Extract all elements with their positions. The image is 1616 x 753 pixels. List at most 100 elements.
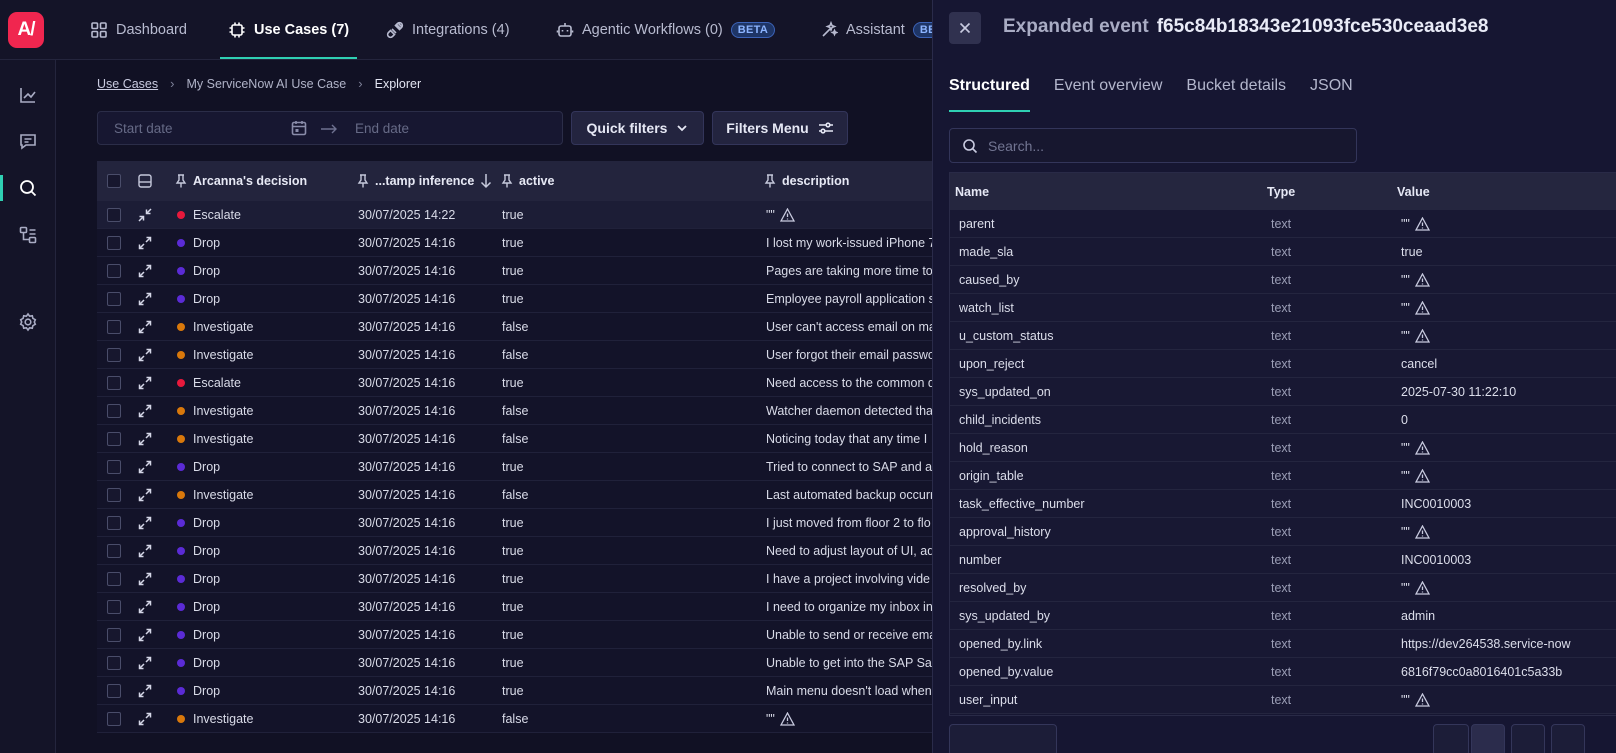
expand-row-icon[interactable] (138, 376, 152, 390)
field-row[interactable]: sys_updated_on text 2025-07-30 11:22:10 (950, 378, 1616, 406)
row-checkbox[interactable] (107, 320, 121, 334)
tab-event-overview[interactable]: Event overview (1054, 60, 1163, 112)
nav-agentic-workflows[interactable]: Agentic Workflows (0) BETA (556, 0, 776, 59)
pager-next-page[interactable] (1511, 724, 1545, 753)
table-row[interactable]: Drop 30/07/2025 14:16 true Tried to connect… (97, 453, 937, 481)
nav-use-cases[interactable]: Use Cases (7) (219, 0, 358, 59)
pager-prev-button[interactable] (1433, 724, 1469, 753)
table-row[interactable]: Investigate 30/07/2025 14:16 false User for… (97, 341, 937, 369)
sidebar-item-settings[interactable] (0, 307, 56, 337)
expand-row-icon[interactable] (138, 320, 152, 334)
column-header-type[interactable]: Type (1267, 173, 1295, 210)
breadcrumb-use-case[interactable]: My ServiceNow AI Use Case (186, 77, 346, 91)
table-row[interactable]: Drop 30/07/2025 14:16 true Pages are taking… (97, 257, 937, 285)
expand-row-icon[interactable] (138, 656, 152, 670)
row-checkbox[interactable] (107, 516, 121, 530)
table-row[interactable]: Investigate 30/07/2025 14:16 false "" (97, 705, 937, 733)
expand-row-icon[interactable] (138, 684, 152, 698)
expand-row-icon[interactable] (138, 572, 152, 586)
nav-dashboard[interactable]: Dashboard (90, 0, 187, 59)
expand-row-icon[interactable] (138, 712, 152, 726)
pin-icon[interactable] (175, 174, 187, 188)
sidebar-item-analytics[interactable] (0, 80, 56, 110)
row-checkbox[interactable] (107, 684, 121, 698)
tab-bucket-details[interactable]: Bucket details (1186, 60, 1286, 112)
field-row[interactable]: caused_by text "" (950, 266, 1616, 294)
row-checkbox[interactable] (107, 292, 121, 306)
expand-row-icon[interactable] (138, 236, 152, 250)
filters-menu-button[interactable]: Filters Menu (712, 111, 848, 145)
close-panel-button[interactable] (949, 12, 981, 44)
expand-row-icon[interactable] (138, 460, 152, 474)
table-row[interactable]: Investigate 30/07/2025 14:16 false Last aut… (97, 481, 937, 509)
table-row[interactable]: Drop 30/07/2025 14:16 true Employee payroll… (97, 285, 937, 313)
row-density-icon[interactable] (138, 174, 152, 188)
expand-row-icon[interactable] (138, 600, 152, 614)
pin-icon[interactable] (764, 174, 776, 188)
table-row[interactable]: Drop 30/07/2025 14:16 true Main menu doesn'… (97, 677, 937, 705)
field-row[interactable]: upon_reject text cancel (950, 350, 1616, 378)
field-row[interactable]: opened_by.value text 6816f79cc0a8016401c5a… (950, 658, 1616, 686)
row-checkbox[interactable] (107, 236, 121, 250)
row-checkbox[interactable] (107, 628, 121, 642)
tab-structured[interactable]: Structured (949, 60, 1030, 112)
sidebar-item-explorer[interactable] (0, 173, 56, 203)
expand-row-icon[interactable] (138, 628, 152, 642)
table-row[interactable]: Drop 30/07/2025 14:16 true I have a project… (97, 565, 937, 593)
field-row[interactable]: sys_updated_by text admin (950, 602, 1616, 630)
expand-row-icon[interactable] (138, 348, 152, 362)
expand-row-icon[interactable] (138, 292, 152, 306)
expand-row-icon[interactable] (138, 516, 152, 530)
row-checkbox[interactable] (107, 600, 121, 614)
expand-row-icon[interactable] (138, 264, 152, 278)
collapse-row-icon[interactable] (138, 208, 152, 222)
rows-per-page-select[interactable] (949, 724, 1057, 753)
field-row[interactable]: opened_by.link text https://dev264538.serv… (950, 630, 1616, 658)
table-row[interactable]: Investigate 30/07/2025 14:16 false Watcher … (97, 397, 937, 425)
pin-icon[interactable] (357, 174, 369, 188)
field-row[interactable]: child_incidents text 0 (950, 406, 1616, 434)
column-header-description[interactable]: description (764, 161, 849, 201)
column-header-active[interactable]: active (501, 161, 554, 201)
row-checkbox[interactable] (107, 376, 121, 390)
table-row[interactable]: Investigate 30/07/2025 14:16 false User can… (97, 313, 937, 341)
column-header-decision[interactable]: Arcanna's decision (175, 161, 307, 201)
expand-row-icon[interactable] (138, 432, 152, 446)
field-row[interactable]: origin_table text "" (950, 462, 1616, 490)
nav-assistant[interactable]: Assistant BE (820, 0, 943, 59)
pin-icon[interactable] (501, 174, 513, 188)
breadcrumb-use-cases[interactable]: Use Cases (97, 77, 158, 91)
nav-integrations[interactable]: Integrations (4) (386, 0, 510, 59)
field-row[interactable]: made_sla text true (950, 238, 1616, 266)
column-header-value[interactable]: Value (1397, 173, 1430, 210)
sort-arrow-down-icon[interactable] (480, 173, 492, 189)
field-row[interactable]: approval_history text "" (950, 518, 1616, 546)
sidebar-item-chat[interactable] (0, 126, 56, 156)
row-checkbox[interactable] (107, 432, 121, 446)
field-row[interactable]: watch_list text "" (950, 294, 1616, 322)
pager-next-button[interactable] (1551, 724, 1585, 753)
calendar-icon[interactable] (290, 119, 308, 137)
end-date-input[interactable]: End date (355, 121, 409, 136)
row-checkbox[interactable] (107, 264, 121, 278)
field-row[interactable]: hold_reason text "" (950, 434, 1616, 462)
expand-row-icon[interactable] (138, 488, 152, 502)
select-all-checkbox[interactable] (107, 174, 121, 188)
table-row[interactable]: Investigate 30/07/2025 14:16 false Noticing… (97, 425, 937, 453)
table-row[interactable]: Escalate 30/07/2025 14:22 true "" (97, 201, 937, 229)
table-row[interactable]: Drop 30/07/2025 14:16 true Unable to send o… (97, 621, 937, 649)
pager-current-page[interactable] (1471, 724, 1505, 753)
row-checkbox[interactable] (107, 712, 121, 726)
field-row[interactable]: parent text "" (950, 210, 1616, 238)
field-row[interactable]: number text INC0010003 (950, 546, 1616, 574)
sidebar-item-flows[interactable] (0, 220, 56, 250)
tab-json[interactable]: JSON (1310, 60, 1353, 112)
row-checkbox[interactable] (107, 544, 121, 558)
table-row[interactable]: Escalate 30/07/2025 14:16 true Need access … (97, 369, 937, 397)
column-header-name[interactable]: Name (955, 173, 989, 210)
row-checkbox[interactable] (107, 460, 121, 474)
field-row[interactable]: task_effective_number text INC0010003 (950, 490, 1616, 518)
row-checkbox[interactable] (107, 208, 121, 222)
arcanna-logo[interactable]: A/ (8, 12, 44, 48)
field-row[interactable]: user_input text "" (950, 686, 1616, 714)
